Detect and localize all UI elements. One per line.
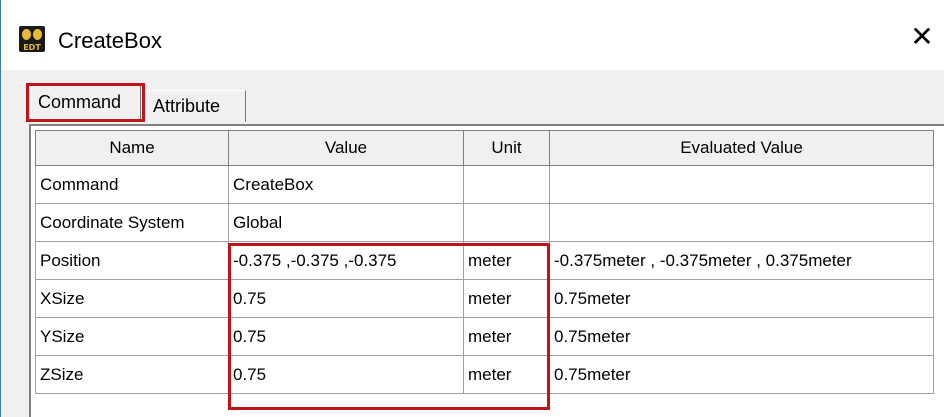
table-row[interactable]: Command CreateBox [35,165,934,204]
column-header-evaluated-value[interactable]: Evaluated Value [549,130,934,166]
unit-cell [463,203,550,242]
evaluated-value-cell [549,165,934,204]
column-header-value[interactable]: Value [228,130,464,166]
evaluated-value-cell: -0.375meter , -0.375meter , 0.375meter [549,241,934,280]
close-icon[interactable]: ✕ [899,16,944,58]
name-cell: Command [35,165,229,204]
name-cell: ZSize [35,355,229,394]
name-cell: Coordinate System [35,203,229,242]
name-cell: YSize [35,317,229,356]
evaluated-value-cell: 0.75meter [549,355,934,394]
tab-attribute[interactable]: Attribute [146,90,246,122]
value-cell[interactable]: CreateBox [228,165,464,204]
table-header-row: Name Value Unit Evaluated Value [35,130,934,166]
table-row[interactable]: Coordinate System Global [35,203,934,242]
app-icon-text: EDT [23,43,41,52]
value-cell[interactable]: Global [228,203,464,242]
value-unit-highlight [228,243,550,410]
name-cell: XSize [35,279,229,318]
title-bar[interactable]: EDT CreateBox ✕ [1,0,944,70]
column-header-unit[interactable]: Unit [463,130,550,166]
evaluated-value-cell: 0.75meter [549,317,934,356]
evaluated-value-cell [549,203,934,242]
name-cell: Position [35,241,229,280]
command-tab-highlight [26,83,145,122]
createbox-dialog: EDT CreateBox ✕ Command Attribute Name V… [0,0,944,417]
column-header-name[interactable]: Name [35,130,229,166]
evaluated-value-cell: 0.75meter [549,279,934,318]
edt-app-icon: EDT [19,26,45,52]
unit-cell [463,165,550,204]
window-title: CreateBox [58,28,162,53]
